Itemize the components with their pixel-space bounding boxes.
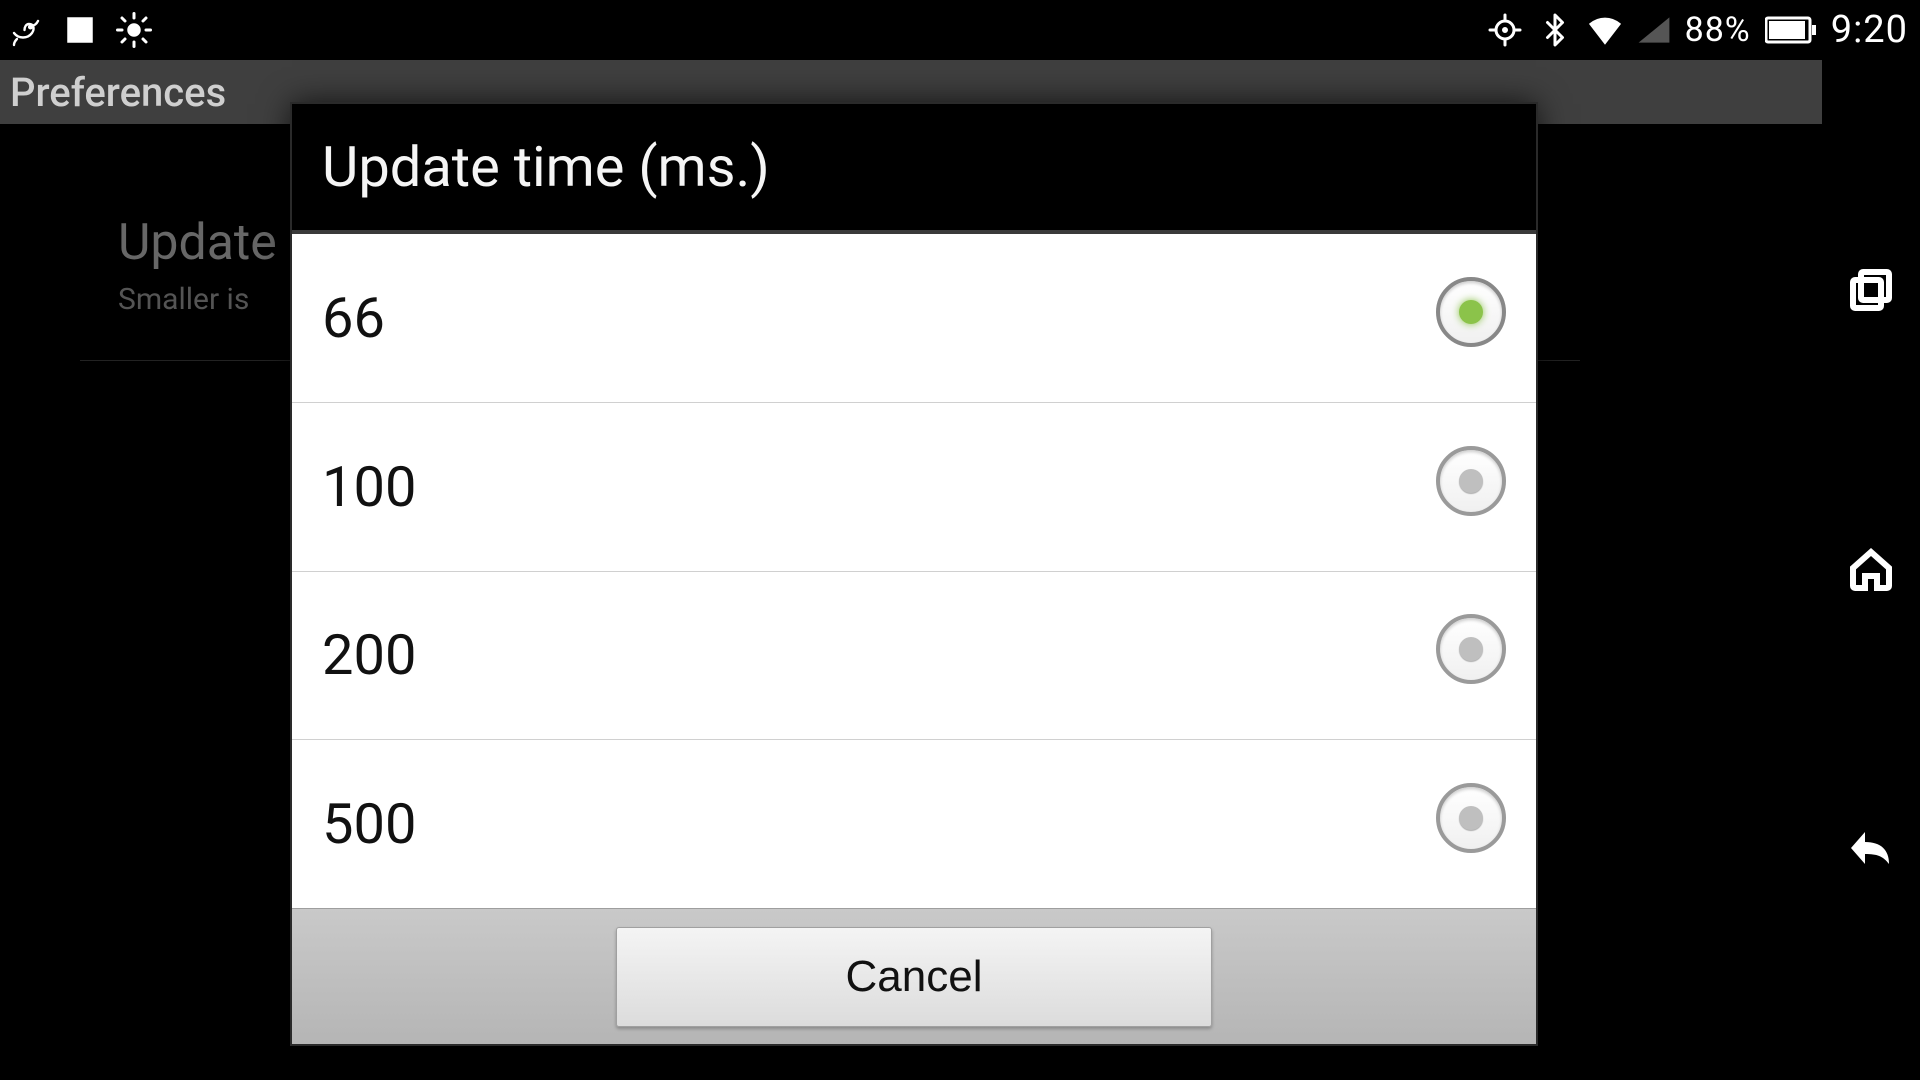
status-clock: 9:20 <box>1831 8 1908 52</box>
bluetooth-icon <box>1537 12 1573 48</box>
radio-icon <box>1436 277 1506 347</box>
status-bar: 88% 9:20 <box>0 0 1920 60</box>
system-nav-bar <box>1822 60 1920 1080</box>
cancel-button[interactable]: Cancel <box>616 927 1212 1027</box>
option-label: 100 <box>322 454 1436 520</box>
option-row-500[interactable]: 500 <box>292 740 1536 908</box>
status-bar-right: 88% 9:20 <box>1487 8 1908 52</box>
battery-icon <box>1765 15 1817 45</box>
wifi-icon <box>1587 12 1623 48</box>
app-header-title: Preferences <box>10 69 226 116</box>
option-row-200[interactable]: 200 <box>292 572 1536 741</box>
back-button[interactable] <box>1847 824 1895 872</box>
battery-percentage: 88% <box>1685 10 1751 50</box>
option-row-66[interactable]: 66 <box>292 234 1536 403</box>
dialog-title: Update time (ms.) <box>292 104 1536 234</box>
home-button[interactable] <box>1847 546 1895 594</box>
option-label: 500 <box>322 791 1436 857</box>
option-row-100[interactable]: 100 <box>292 403 1536 572</box>
dialog-option-list: 66 100 200 500 <box>292 234 1536 908</box>
cell-signal-icon <box>1637 16 1671 44</box>
chameleon-icon <box>8 12 44 48</box>
radio-icon <box>1436 614 1506 684</box>
dialog-footer: Cancel <box>292 908 1536 1044</box>
radio-icon <box>1436 446 1506 516</box>
option-label: 66 <box>322 285 1436 351</box>
recent-apps-button[interactable] <box>1847 268 1895 316</box>
status-bar-left <box>8 12 152 48</box>
radio-icon <box>1436 783 1506 853</box>
location-crosshair-icon <box>1487 12 1523 48</box>
option-label: 200 <box>322 622 1436 688</box>
stop-square-icon <box>62 12 98 48</box>
update-time-dialog: Update time (ms.) 66 100 200 500 Cancel <box>292 104 1536 1044</box>
brightness-icon <box>116 12 152 48</box>
